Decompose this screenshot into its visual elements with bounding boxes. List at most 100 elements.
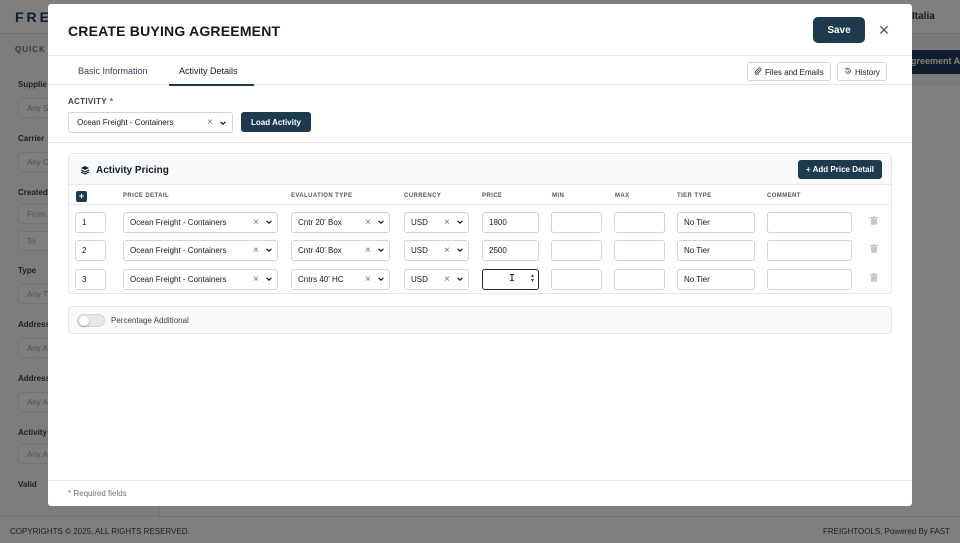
evaluation-type-select-value: Cntr 20' Box xyxy=(298,218,342,227)
price-detail-select[interactable]: Ocean Freight - Containers × xyxy=(123,240,278,261)
row-index-input[interactable]: 2 xyxy=(75,240,106,261)
currency-select[interactable]: USD × xyxy=(404,240,469,261)
price-input[interactable]: I ▴ ▾ xyxy=(482,269,539,290)
price-detail-select-value: Ocean Freight - Containers xyxy=(130,246,227,255)
evaluation-type-select[interactable]: Cntr 20' Box × xyxy=(291,212,390,233)
section-divider xyxy=(48,142,912,143)
load-activity-button[interactable]: Load Activity xyxy=(241,112,311,132)
required-marker: * xyxy=(109,97,114,106)
row-index-input-value: 3 xyxy=(82,275,87,284)
number-spinner-icon[interactable]: ▴ ▾ xyxy=(531,273,534,284)
percentage-additional-section: Percentage Additional xyxy=(68,306,892,334)
column-header-min: MIN xyxy=(552,193,565,199)
clear-icon[interactable]: × xyxy=(365,217,371,228)
column-header-price: PRICE xyxy=(482,193,503,199)
activity-pricing-header: Activity Pricing + Add Price Detail xyxy=(69,154,891,185)
activity-select[interactable]: Ocean Freight - Containers × xyxy=(68,112,233,133)
max-input[interactable] xyxy=(614,269,665,290)
price-input-value: 2500 xyxy=(489,246,507,255)
tier-type-input-value: No Tier xyxy=(684,275,710,284)
row-index-input[interactable]: 1 xyxy=(75,212,106,233)
active-tab-indicator xyxy=(169,84,254,86)
activity-pricing-panel: Activity Pricing + Add Price Detail + PR… xyxy=(68,153,892,294)
clear-icon[interactable]: × xyxy=(253,274,259,285)
tab-basic-information[interactable]: Basic Information xyxy=(78,66,148,76)
save-button[interactable]: Save xyxy=(813,17,865,43)
paperclip-icon xyxy=(754,67,762,77)
tabs-bar: Basic Information Activity Details Files… xyxy=(48,55,912,86)
chevron-down-icon[interactable] xyxy=(265,218,273,228)
price-input-value: 1800 xyxy=(489,218,507,227)
percentage-additional-label: Percentage Additional xyxy=(111,316,189,325)
trash-icon[interactable] xyxy=(870,244,878,253)
currency-select[interactable]: USD × xyxy=(404,212,469,233)
clear-icon[interactable]: × xyxy=(444,245,450,256)
clear-icon[interactable]: × xyxy=(253,245,259,256)
clear-icon[interactable]: × xyxy=(444,274,450,285)
trash-icon[interactable] xyxy=(870,273,878,282)
min-input[interactable] xyxy=(551,269,602,290)
min-input[interactable] xyxy=(551,212,602,233)
comment-input[interactable] xyxy=(767,240,852,261)
tier-type-input[interactable]: No Tier xyxy=(677,269,755,290)
activity-label-text: ACTIVITY xyxy=(68,97,107,106)
close-icon[interactable]: × xyxy=(876,20,892,40)
tab-activity-details[interactable]: Activity Details xyxy=(179,66,238,76)
price-input[interactable]: 2500 xyxy=(482,240,539,261)
currency-select-value: USD xyxy=(411,275,428,284)
column-header-tier-type: TIER TYPE xyxy=(677,193,712,199)
currency-select-value: USD xyxy=(411,218,428,227)
price-input[interactable]: 1800 xyxy=(482,212,539,233)
price-detail-select[interactable]: Ocean Freight - Containers × xyxy=(123,269,278,290)
currency-select[interactable]: USD × xyxy=(404,269,469,290)
evaluation-type-select[interactable]: Cntrs 40' HC × xyxy=(291,269,390,290)
tier-type-input-value: No Tier xyxy=(684,218,710,227)
comment-input[interactable] xyxy=(767,212,852,233)
max-input[interactable] xyxy=(614,212,665,233)
column-header-currency: CURRENCY xyxy=(404,193,442,199)
column-header-evaluation-type: EVALUATION TYPE xyxy=(291,193,353,199)
clear-icon[interactable]: × xyxy=(365,274,371,285)
chevron-down-icon[interactable] xyxy=(377,275,385,285)
clear-icon[interactable]: × xyxy=(253,217,259,228)
add-price-detail-button[interactable]: + Add Price Detail xyxy=(798,160,882,179)
modal-footer-divider xyxy=(48,480,912,481)
files-and-emails-button[interactable]: Files and Emails xyxy=(747,62,831,81)
tier-type-input[interactable]: No Tier xyxy=(677,240,755,261)
evaluation-type-select-value: Cntrs 40' HC xyxy=(298,275,344,284)
history-button[interactable]: History xyxy=(837,62,887,81)
chevron-down-icon[interactable] xyxy=(377,246,385,256)
column-header-price-detail: PRICE DETAIL xyxy=(123,193,170,199)
clear-icon[interactable]: × xyxy=(207,117,213,128)
comment-input[interactable] xyxy=(767,269,852,290)
clear-icon[interactable]: × xyxy=(365,245,371,256)
column-header-comment: COMMENT xyxy=(767,193,801,199)
tier-type-input[interactable]: No Tier xyxy=(677,212,755,233)
chevron-down-icon[interactable] xyxy=(456,275,464,285)
add-row-icon[interactable]: + xyxy=(76,191,87,202)
row-index-input-value: 1 xyxy=(82,218,87,227)
activity-pricing-title: Activity Pricing xyxy=(96,165,169,176)
chevron-down-icon[interactable] xyxy=(219,119,227,127)
clear-icon[interactable]: × xyxy=(444,217,450,228)
text-cursor-icon: I xyxy=(509,273,516,284)
max-input[interactable] xyxy=(614,240,665,261)
min-input[interactable] xyxy=(551,240,602,261)
files-and-emails-label: Files and Emails xyxy=(765,68,824,77)
column-header-max: MAX xyxy=(615,193,630,199)
activity-select-value: Ocean Freight - Containers xyxy=(77,118,174,127)
row-index-input[interactable]: 3 xyxy=(75,269,106,290)
percentage-additional-toggle[interactable] xyxy=(77,314,105,327)
chevron-down-icon[interactable] xyxy=(377,218,385,228)
chevron-down-icon[interactable] xyxy=(265,275,273,285)
required-fields-note: * Required fields xyxy=(68,489,127,498)
chevron-down-icon[interactable] xyxy=(456,246,464,256)
price-detail-select[interactable]: Ocean Freight - Containers × xyxy=(123,212,278,233)
chevron-down-icon[interactable] xyxy=(456,218,464,228)
evaluation-type-select[interactable]: Cntr 40' Box × xyxy=(291,240,390,261)
modal-title: CREATE BUYING AGREEMENT xyxy=(68,23,281,39)
trash-icon[interactable] xyxy=(870,216,878,225)
activity-label: ACTIVITY * xyxy=(68,97,113,106)
history-icon xyxy=(844,67,852,77)
chevron-down-icon[interactable] xyxy=(265,246,273,256)
